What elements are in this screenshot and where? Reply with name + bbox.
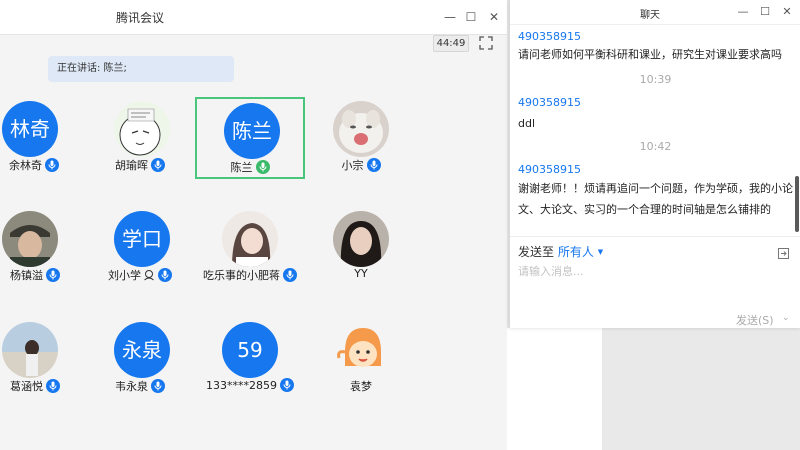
message-text: ddl [518, 117, 536, 130]
message-text: 请问老师如何平衡科研和课业，研究生对课业要求高吗 [518, 48, 782, 61]
chat-titlebar: 聊天 — ☐ ✕ [510, 0, 800, 25]
desktop-background [602, 328, 800, 450]
minimize-icon[interactable]: — [440, 7, 460, 27]
participant-tile[interactable]: 吃乐事的小肥蒋 [195, 207, 305, 289]
avatar [333, 322, 389, 378]
send-button[interactable]: 发送(S) [736, 312, 774, 328]
avatar: 学口 [114, 211, 170, 267]
message-input[interactable] [516, 261, 795, 313]
host-icon [143, 269, 155, 284]
meeting-timer: 44:49 [433, 35, 469, 52]
message-sender: 490358915 [518, 96, 581, 109]
participant-name: 刘小学 [108, 269, 141, 282]
avatar [114, 101, 170, 157]
meeting-title: 腾讯会议 [115, 11, 164, 25]
maximize-icon[interactable]: ☐ [756, 3, 774, 21]
avatar [2, 322, 58, 378]
participant-tile[interactable]: 胡瑜晖 [85, 97, 195, 179]
avatar: 林奇 [2, 101, 58, 157]
send-to-label: 发送至 [518, 245, 555, 259]
participant-tile[interactable]: 杨镇溢 [0, 207, 90, 289]
avatar [333, 101, 389, 157]
participant-name: 吃乐事的小肥蒋 [203, 269, 280, 282]
chat-scrollbar[interactable] [795, 176, 799, 232]
mic-icon[interactable] [158, 268, 172, 282]
participant-name: 胡瑜晖 [115, 159, 148, 172]
participant-name: 袁梦 [350, 380, 372, 393]
mic-icon[interactable] [280, 378, 294, 392]
participant-name: 余林奇 [9, 159, 42, 172]
participant-name: 陈兰 [230, 161, 253, 174]
message-time: 10:39 [639, 73, 672, 86]
speaking-mic-icon[interactable] [255, 160, 270, 174]
send-to-selector[interactable]: 发送至 所有人 ▼ [518, 243, 603, 260]
participant-tile[interactable]: YY [306, 207, 416, 289]
participant-tile-active[interactable]: 陈兰 陈兰 [195, 97, 305, 179]
message-list[interactable]: 490358915 请问老师如何平衡科研和课业，研究生对课业要求高吗 10:39… [510, 24, 800, 236]
avatar: 陈兰 [224, 103, 280, 159]
participant-tile[interactable]: 59 133****2859 [195, 318, 305, 400]
mic-icon[interactable] [151, 379, 165, 393]
send-to-target[interactable]: 所有人 [558, 245, 594, 259]
mic-icon[interactable] [46, 268, 60, 282]
chat-composer: 发送至 所有人 ▼ 发送(S) ⌄ [510, 236, 800, 329]
chat-title: 聊天 [640, 10, 660, 21]
participant-tile[interactable]: 林奇 余林奇 [0, 97, 90, 179]
minimize-icon[interactable]: — [734, 3, 752, 21]
chat-window: 聊天 — ☐ ✕ 490358915 请问老师如何平衡科研和课业，研究生对课业要… [509, 0, 800, 328]
background-window [507, 328, 602, 450]
avatar [222, 211, 278, 267]
participant-name: 杨镇溢 [10, 269, 43, 282]
mic-icon[interactable] [366, 158, 381, 172]
message-sender: 490358915 [518, 30, 581, 43]
message-sender: 490358915 [518, 163, 581, 176]
fullscreen-icon[interactable] [479, 35, 495, 51]
meeting-window: 腾讯会议 — ☐ ✕ 44:49 正在讲话: 陈兰; 林奇 余林奇 胡瑜晖 陈兰… [0, 0, 507, 450]
avatar [333, 211, 389, 267]
message-time: 10:42 [639, 140, 672, 153]
participant-tile[interactable]: 葛涵悦 [0, 318, 90, 400]
chevron-down-icon[interactable]: ⌄ [782, 313, 790, 323]
participant-name: 小宗 [341, 159, 364, 172]
mic-icon[interactable] [45, 158, 59, 172]
avatar: 59 [222, 322, 278, 378]
speaking-banner: 正在讲话: 陈兰; [48, 56, 234, 82]
avatar [2, 211, 58, 267]
avatar: 永泉 [114, 322, 170, 378]
participant-tile[interactable]: 袁梦 [306, 318, 416, 400]
mic-icon[interactable] [46, 379, 60, 393]
participant-name: 葛涵悦 [10, 380, 43, 393]
meeting-titlebar: 腾讯会议 — ☐ ✕ [0, 0, 507, 35]
close-icon[interactable]: ✕ [484, 7, 504, 27]
participant-tile[interactable]: 学口 刘小学 [85, 207, 195, 289]
close-icon[interactable]: ✕ [778, 3, 796, 21]
participant-tile[interactable]: 小宗 [306, 97, 416, 179]
participant-name: 133****2859 [206, 379, 277, 392]
mic-icon[interactable] [283, 268, 297, 282]
participant-tile[interactable]: 永泉 韦永泉 [85, 318, 195, 400]
participant-name: YY [354, 267, 368, 280]
participant-name: 韦永泉 [115, 380, 148, 393]
maximize-icon[interactable]: ☐ [461, 7, 481, 27]
mic-icon[interactable] [151, 158, 165, 172]
message-text: 谢谢老师！！烦请再追问一个问题，作为学硕，我的小论文、大论文、实习的一个合理的时… [518, 182, 793, 216]
caret-down-icon[interactable]: ▼ [598, 248, 603, 256]
